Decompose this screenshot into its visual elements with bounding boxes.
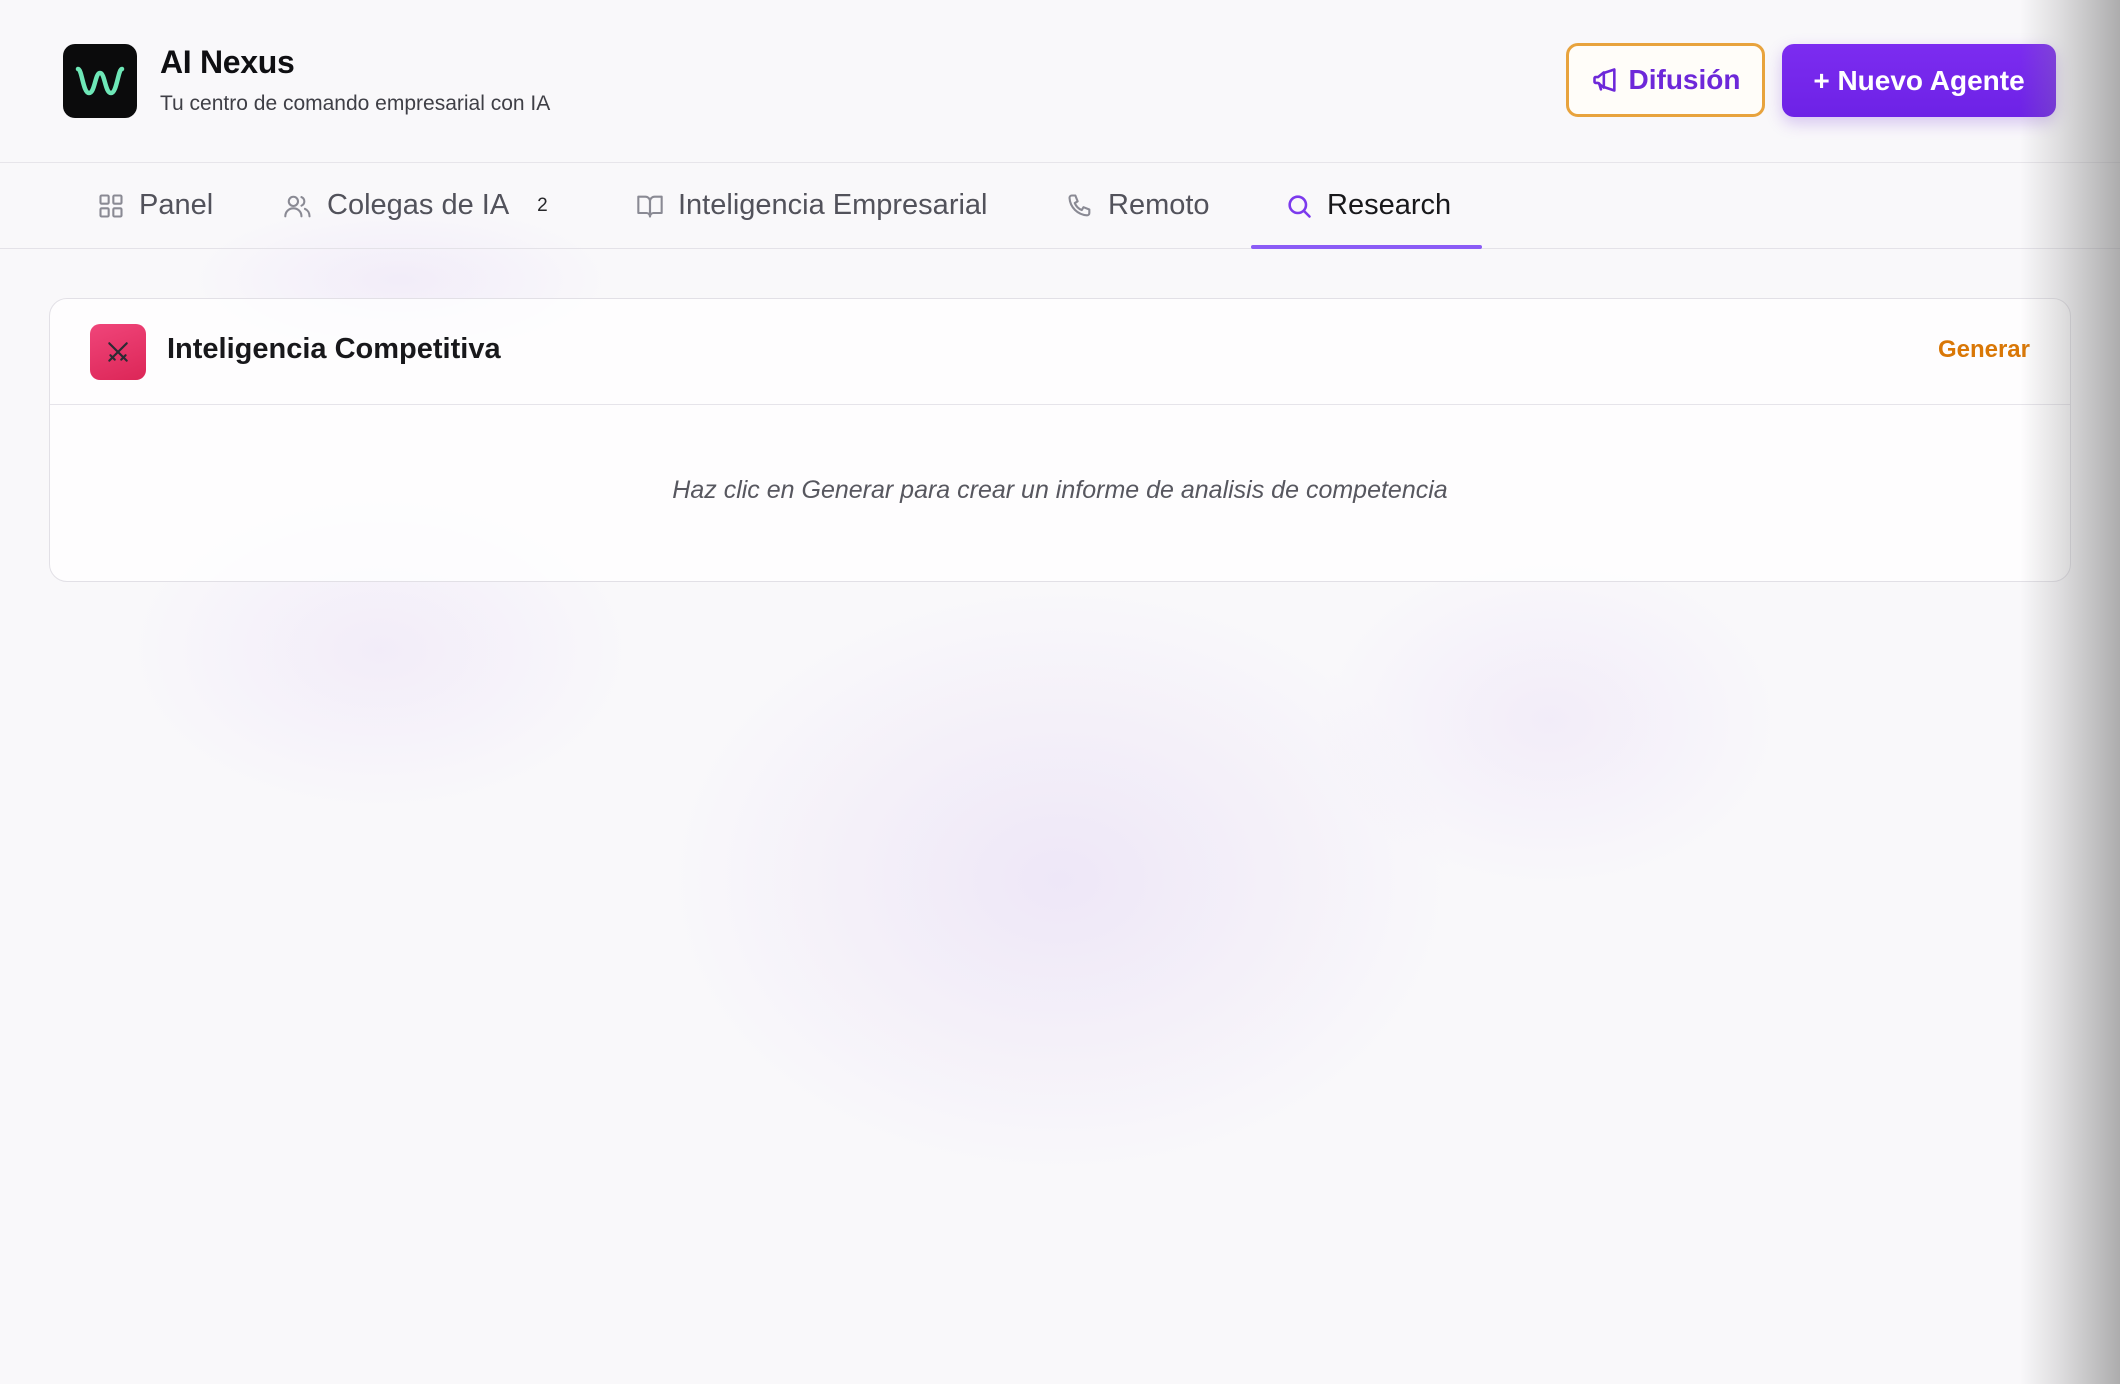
megaphone-icon <box>1591 66 1619 94</box>
new-agent-button[interactable]: + Nuevo Agente <box>1782 44 2056 117</box>
tab-inteligencia-empresarial[interactable]: Inteligencia Empresarial <box>636 163 987 248</box>
app-title: AI Nexus <box>160 44 295 80</box>
crossed-swords-icon <box>90 324 146 380</box>
wave-w-logo-icon <box>63 44 137 118</box>
tab-remoto[interactable]: Remoto <box>1066 163 1210 248</box>
main-tabs: Panel Colegas de IA 2 Inteligencia Empre… <box>0 163 2120 249</box>
card-header: Inteligencia Competitiva Generar <box>50 299 2070 405</box>
broadcast-label: Difusión <box>1628 64 1741 95</box>
grid-icon <box>97 192 125 220</box>
phone-icon <box>1066 192 1094 220</box>
competitive-intelligence-card: Inteligencia Competitiva Generar Haz cli… <box>49 298 2071 582</box>
tab-label: Inteligencia Empresarial <box>678 189 988 221</box>
tab-colegas[interactable]: Colegas de IA 2 <box>283 163 548 248</box>
broadcast-button[interactable]: Difusión <box>1566 43 1765 117</box>
generate-button[interactable]: Generar <box>1938 336 2030 364</box>
tab-label: Research <box>1327 189 1452 221</box>
tab-label: Panel <box>139 189 214 221</box>
app-subtitle: Tu centro de comando empresarial con IA <box>160 92 551 115</box>
tab-research[interactable]: Research <box>1250 163 1483 249</box>
card-title: Inteligencia Competitiva <box>167 333 501 365</box>
tab-label: Remoto <box>1108 189 1210 221</box>
tab-panel[interactable]: Panel <box>97 163 213 248</box>
empty-state-text: Haz clic en Generar para crear un inform… <box>672 476 1448 504</box>
search-icon <box>1285 192 1313 220</box>
count-badge: 2 <box>537 194 548 216</box>
app-root: AI Nexus Tu centro de comando empresaria… <box>0 0 2120 582</box>
top-header: AI Nexus Tu centro de comando empresaria… <box>0 0 2120 163</box>
users-icon <box>283 192 313 220</box>
card-body: Haz clic en Generar para crear un inform… <box>50 405 2070 581</box>
tab-label: Colegas de IA <box>327 189 510 221</box>
book-icon <box>636 192 664 220</box>
